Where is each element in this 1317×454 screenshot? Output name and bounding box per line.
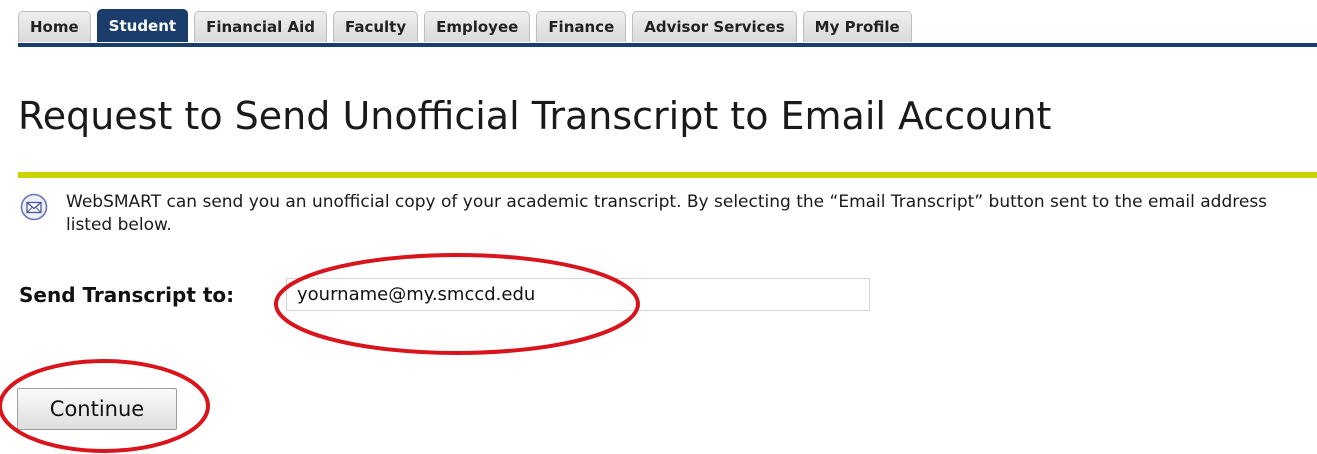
tab-student[interactable]: Student [96,9,189,42]
envelope-icon [20,193,48,221]
tab-bar-underline [18,43,1317,47]
continue-button[interactable]: Continue [17,388,177,430]
tab-finance[interactable]: Finance [536,11,627,42]
tab-employee[interactable]: Employee [424,11,531,42]
page-title: Request to Send Unofficial Transcript to… [18,94,1052,138]
title-divider [18,172,1317,178]
tab-faculty[interactable]: Faculty [332,11,419,42]
send-transcript-label: Send Transcript to: [19,283,235,307]
email-input[interactable] [286,278,870,311]
tab-advisor-services[interactable]: Advisor Services [632,11,797,42]
tab-home[interactable]: Home [18,11,91,42]
tab-financial-aid[interactable]: Financial Aid [194,11,327,42]
tab-my-profile[interactable]: My Profile [802,11,912,42]
main-tab-bar: Home Student Financial Aid Faculty Emplo… [18,6,918,42]
info-message: WebSMART can send you an unofficial copy… [66,192,1268,235]
